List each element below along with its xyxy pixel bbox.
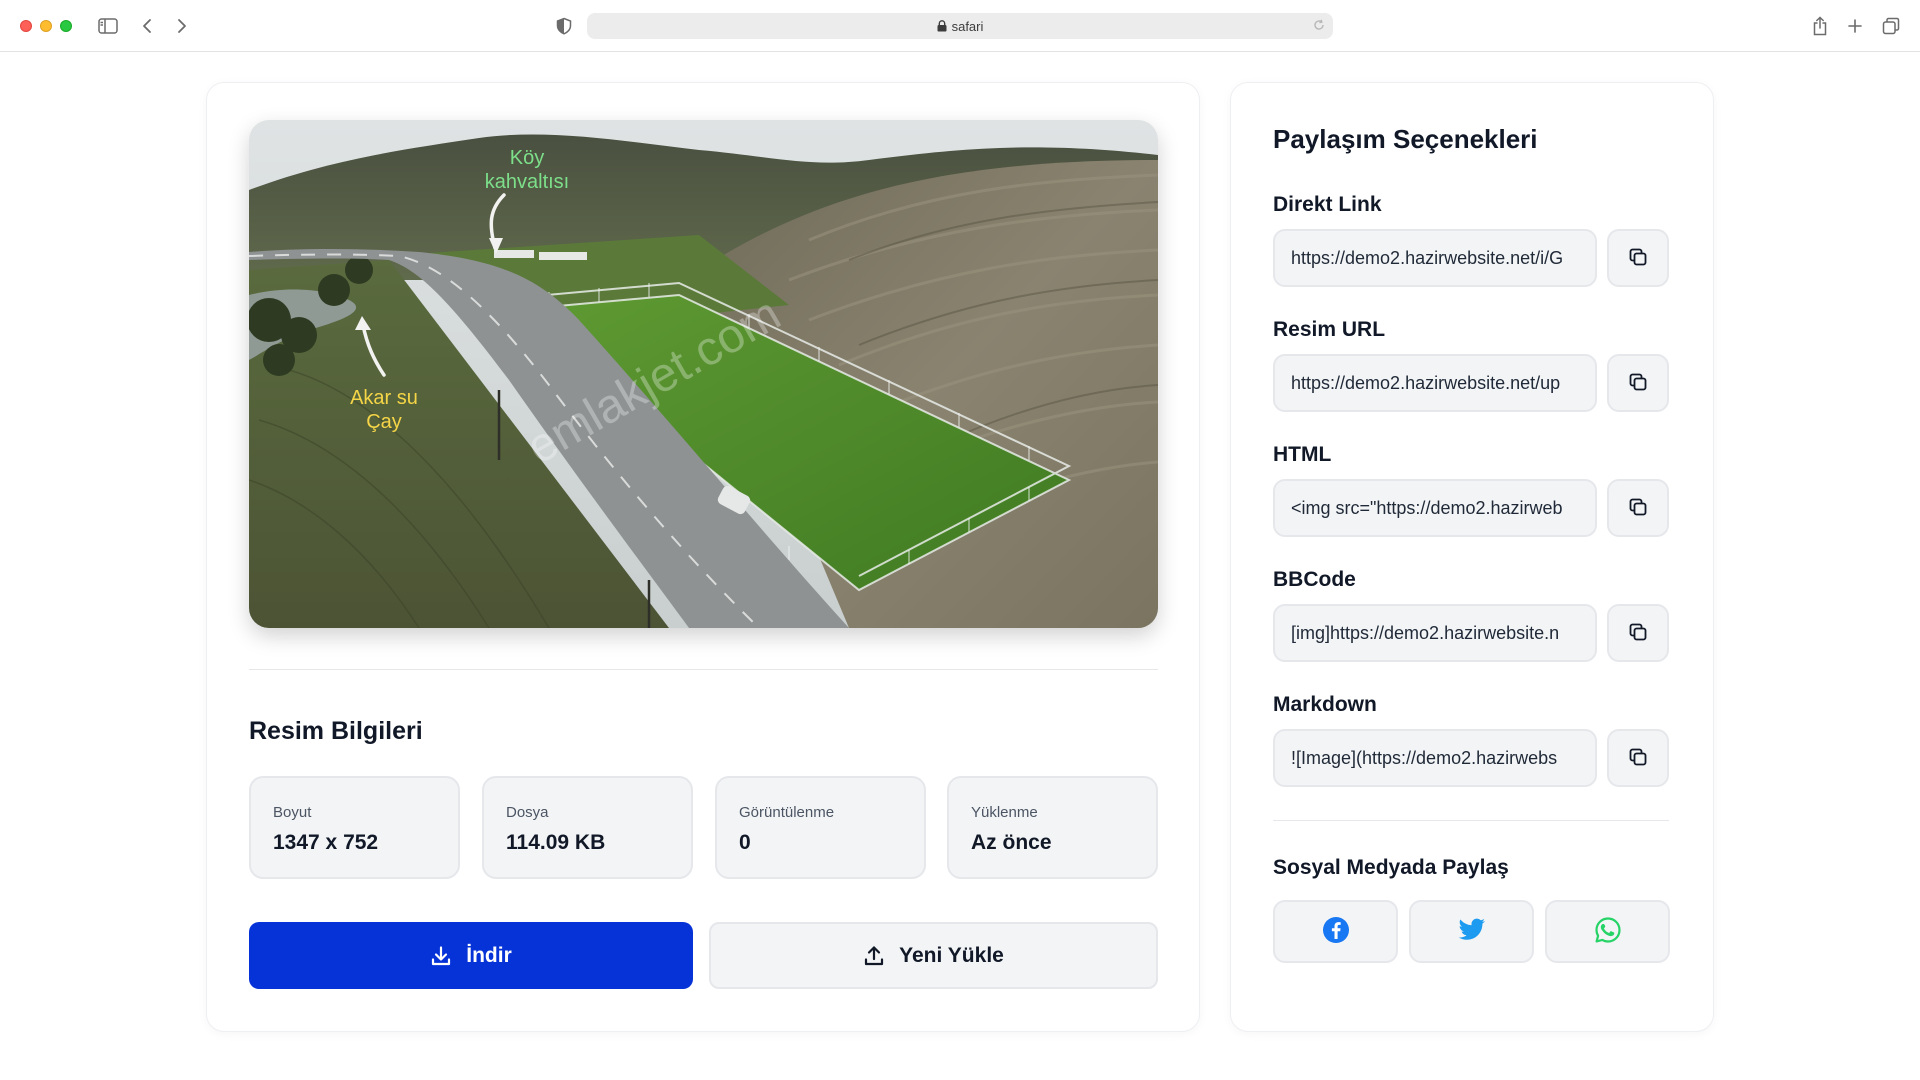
info-value: 0	[739, 831, 751, 854]
copy-markdown-button[interactable]	[1607, 729, 1669, 787]
new-tab-icon[interactable]	[1843, 14, 1867, 38]
markdown-field[interactable]	[1273, 729, 1597, 787]
tabs-overview-icon[interactable]	[1879, 14, 1903, 38]
copy-bbcode-button[interactable]	[1607, 604, 1669, 662]
info-box-uploaded: Yüklenme Az önce	[947, 776, 1158, 879]
info-value: 114.09 KB	[506, 831, 606, 854]
html-code-field[interactable]	[1273, 479, 1597, 537]
download-button[interactable]: İndir	[249, 922, 693, 989]
copy-html-code-button[interactable]	[1607, 479, 1669, 537]
info-box-views: Görüntülenme 0	[715, 776, 926, 879]
copy-icon	[1628, 497, 1648, 520]
image-url-label: Resim URL	[1273, 318, 1386, 341]
share-icon[interactable]	[1808, 14, 1832, 38]
copy-icon	[1628, 622, 1648, 645]
close-window-button[interactable]	[20, 20, 32, 32]
info-value: Az önce	[971, 831, 1052, 854]
stream-label-line1: Akar su	[350, 387, 418, 409]
twitter-icon	[1458, 918, 1486, 945]
info-label: Dosya	[506, 804, 549, 821]
share-twitter-button[interactable]	[1409, 900, 1534, 963]
copy-icon	[1628, 247, 1648, 270]
image-info-title: Resim Bilgileri	[249, 717, 423, 745]
bbcode-label: BBCode	[1273, 568, 1356, 591]
village-label-line2: kahvaltısı	[485, 171, 569, 193]
upload-new-label: Yeni Yükle	[899, 943, 1004, 967]
zoom-window-button[interactable]	[60, 20, 72, 32]
info-box-file: Dosya 114.09 KB	[482, 776, 693, 879]
social-share-title: Sosyal Medyada Paylaş	[1273, 856, 1509, 879]
markdown-label: Markdown	[1273, 693, 1377, 716]
browser-toolbar: safari	[0, 0, 1920, 52]
info-label: Boyut	[273, 804, 312, 821]
html-code-label: HTML	[1273, 443, 1332, 466]
reload-icon[interactable]	[1313, 19, 1325, 34]
copy-icon	[1628, 747, 1648, 770]
back-icon[interactable]	[135, 14, 159, 38]
section-divider	[249, 669, 1158, 670]
village-label-line1: Köy	[510, 147, 544, 169]
info-label: Görüntülenme	[739, 804, 835, 821]
shield-icon[interactable]	[552, 14, 576, 38]
facebook-icon	[1322, 916, 1350, 947]
upload-new-button[interactable]: Yeni Yükle	[709, 922, 1158, 989]
direct-link-label: Direkt Link	[1273, 193, 1382, 216]
direct-link-field[interactable]	[1273, 229, 1597, 287]
copy-direct-link-button[interactable]	[1607, 229, 1669, 287]
info-value: 1347 x 752	[273, 831, 379, 854]
copy-icon	[1628, 372, 1648, 395]
address-text: safari	[951, 18, 984, 34]
forward-icon[interactable]	[170, 14, 194, 38]
sharing-divider	[1273, 820, 1669, 821]
sidebar-icon[interactable]	[96, 14, 120, 38]
download-label: İndir	[466, 943, 512, 967]
minimize-window-button[interactable]	[40, 20, 52, 32]
info-box-size: Boyut 1347 x 752	[249, 776, 460, 879]
lock-icon	[937, 20, 947, 32]
uploaded-image[interactable]: Köy kahvaltısı Akar su Çay emlakjet.com	[249, 120, 1158, 628]
whatsapp-icon	[1594, 916, 1622, 947]
sharing-title: Paylaşım Seçenekleri	[1273, 124, 1538, 154]
download-icon	[430, 945, 452, 967]
sharing-card	[1230, 82, 1714, 1032]
image-url-field[interactable]	[1273, 354, 1597, 412]
copy-image-url-button[interactable]	[1607, 354, 1669, 412]
share-facebook-button[interactable]	[1273, 900, 1398, 963]
upload-icon	[863, 945, 885, 967]
share-whatsapp-button[interactable]	[1545, 900, 1670, 963]
stream-label-line2: Çay	[366, 411, 402, 433]
bbcode-field[interactable]	[1273, 604, 1597, 662]
info-label: Yüklenme	[971, 804, 1038, 821]
address-bar[interactable]: safari	[587, 13, 1333, 39]
